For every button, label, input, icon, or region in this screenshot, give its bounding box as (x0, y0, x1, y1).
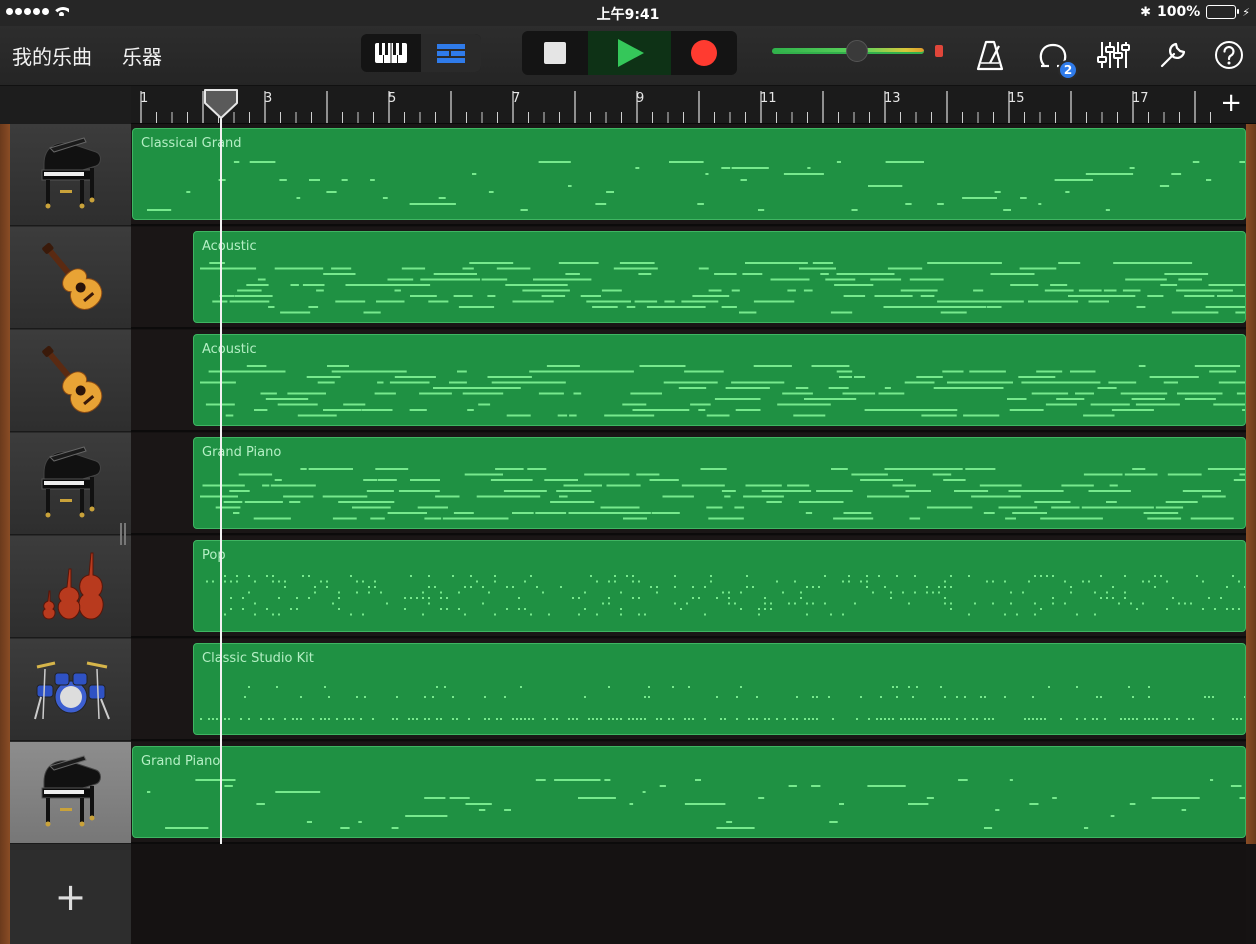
battery-icon (1206, 5, 1240, 19)
volume-knob[interactable] (846, 40, 868, 62)
track-header-7[interactable] (10, 742, 131, 844)
track-region[interactable]: Pop (193, 540, 1246, 632)
region-name: Classical Grand (141, 136, 242, 151)
track-region[interactable]: Acoustic (193, 231, 1246, 323)
ruler-corner (0, 86, 131, 124)
stop-icon (543, 42, 566, 64)
wood-panel-left (0, 124, 10, 944)
loop-browser-button[interactable]: 2 (1036, 38, 1078, 80)
instruments-button[interactable]: 乐器 (122, 41, 162, 70)
track-header-3[interactable] (10, 330, 131, 432)
my-songs-button[interactable]: 我的乐曲 (12, 41, 92, 70)
charging-icon: ⚡ (1242, 5, 1250, 19)
ruler-bar-number: 5 (388, 91, 397, 106)
track-header-1[interactable] (10, 124, 131, 226)
grand-piano-icon (36, 752, 106, 834)
track-region[interactable]: Grand Piano (132, 746, 1246, 838)
keyboard-view-icon (375, 43, 407, 63)
playhead-line[interactable] (220, 118, 222, 844)
midi-notes (200, 468, 1245, 520)
master-volume-slider[interactable] (772, 40, 950, 62)
timeline-ruler[interactable]: 1 3 5 7 9 11 13 15 17 + (0, 86, 1256, 124)
grand-piano-icon (36, 134, 106, 216)
track-region[interactable]: Classical Grand (132, 128, 1246, 220)
track-region[interactable]: Acoustic (193, 334, 1246, 426)
bluetooth-icon: ✱ (1140, 4, 1151, 20)
battery-percent: 100% (1157, 4, 1201, 20)
region-name: Classic Studio Kit (202, 651, 314, 666)
keyboard-view-button[interactable] (361, 34, 421, 72)
tracks-view-icon (437, 44, 465, 63)
song-settings-button[interactable] (1156, 38, 1190, 72)
ruler-ticks (140, 91, 1211, 123)
ruler-bar-number: 7 (512, 91, 521, 106)
status-time: 上午9:41 (596, 7, 660, 23)
drum-kit-icon (29, 653, 113, 727)
track-region[interactable]: Grand Piano (193, 437, 1246, 529)
mixer-icon (1097, 42, 1130, 68)
midi-notes (200, 686, 1245, 720)
midi-notes (147, 779, 1245, 829)
acoustic-guitar-icon (31, 339, 111, 423)
mixer-button[interactable] (1096, 38, 1130, 72)
midi-notes (206, 575, 1245, 616)
add-track-button[interactable]: + (10, 850, 131, 944)
help-icon (1215, 41, 1243, 69)
ruler-bar-number: 9 (636, 91, 645, 106)
acoustic-guitar-icon (31, 236, 111, 320)
add-section-button[interactable]: + (1220, 90, 1242, 116)
region-name: Acoustic (202, 239, 257, 254)
region-name: Grand Piano (141, 754, 221, 769)
resize-handle[interactable] (120, 523, 129, 545)
ruler-bar-number: 3 (264, 91, 273, 106)
play-button[interactable] (587, 31, 672, 75)
region-name: Grand Piano (202, 445, 282, 460)
status-bar: 上午9:41 ✱ 100% ⚡ (0, 0, 1256, 26)
track-header-2[interactable] (10, 227, 131, 329)
ruler-bar-number: 13 (884, 91, 901, 106)
record-icon (691, 40, 718, 66)
track-header-4[interactable] (10, 433, 131, 535)
tracks-view-button[interactable] (421, 34, 481, 72)
track-region[interactable]: Classic Studio Kit (193, 643, 1246, 735)
midi-notes (147, 161, 1245, 211)
help-button[interactable] (1212, 38, 1246, 72)
track-header-6[interactable] (10, 639, 131, 741)
midi-notes (200, 365, 1245, 417)
track-header-5[interactable] (10, 536, 131, 638)
ruler-bar-number: 15 (1008, 91, 1025, 106)
loop-count-badge: 2 (1058, 60, 1078, 80)
metronome-icon (976, 40, 1004, 71)
region-name: Pop (202, 548, 226, 563)
midi-notes (200, 262, 1245, 314)
stop-button[interactable] (522, 31, 588, 75)
metronome-button[interactable] (973, 38, 1007, 72)
control-bar: 我的乐曲 乐器 2 (0, 26, 1256, 86)
wood-panel-right (1246, 124, 1256, 844)
wrench-icon (1160, 42, 1186, 68)
peak-indicator (935, 45, 943, 57)
ruler-bar-number: 11 (760, 91, 777, 106)
record-button[interactable] (671, 31, 737, 75)
ruler-bar-number: 1 (140, 91, 149, 106)
play-icon (618, 39, 645, 67)
grand-piano-icon (36, 443, 106, 525)
view-switcher (361, 34, 481, 72)
region-name: Acoustic (202, 342, 257, 357)
ruler-bar-number: 17 (1132, 91, 1149, 106)
transport-controls (522, 31, 737, 75)
playhead-handle[interactable] (204, 89, 238, 119)
strings-icon (31, 545, 111, 629)
